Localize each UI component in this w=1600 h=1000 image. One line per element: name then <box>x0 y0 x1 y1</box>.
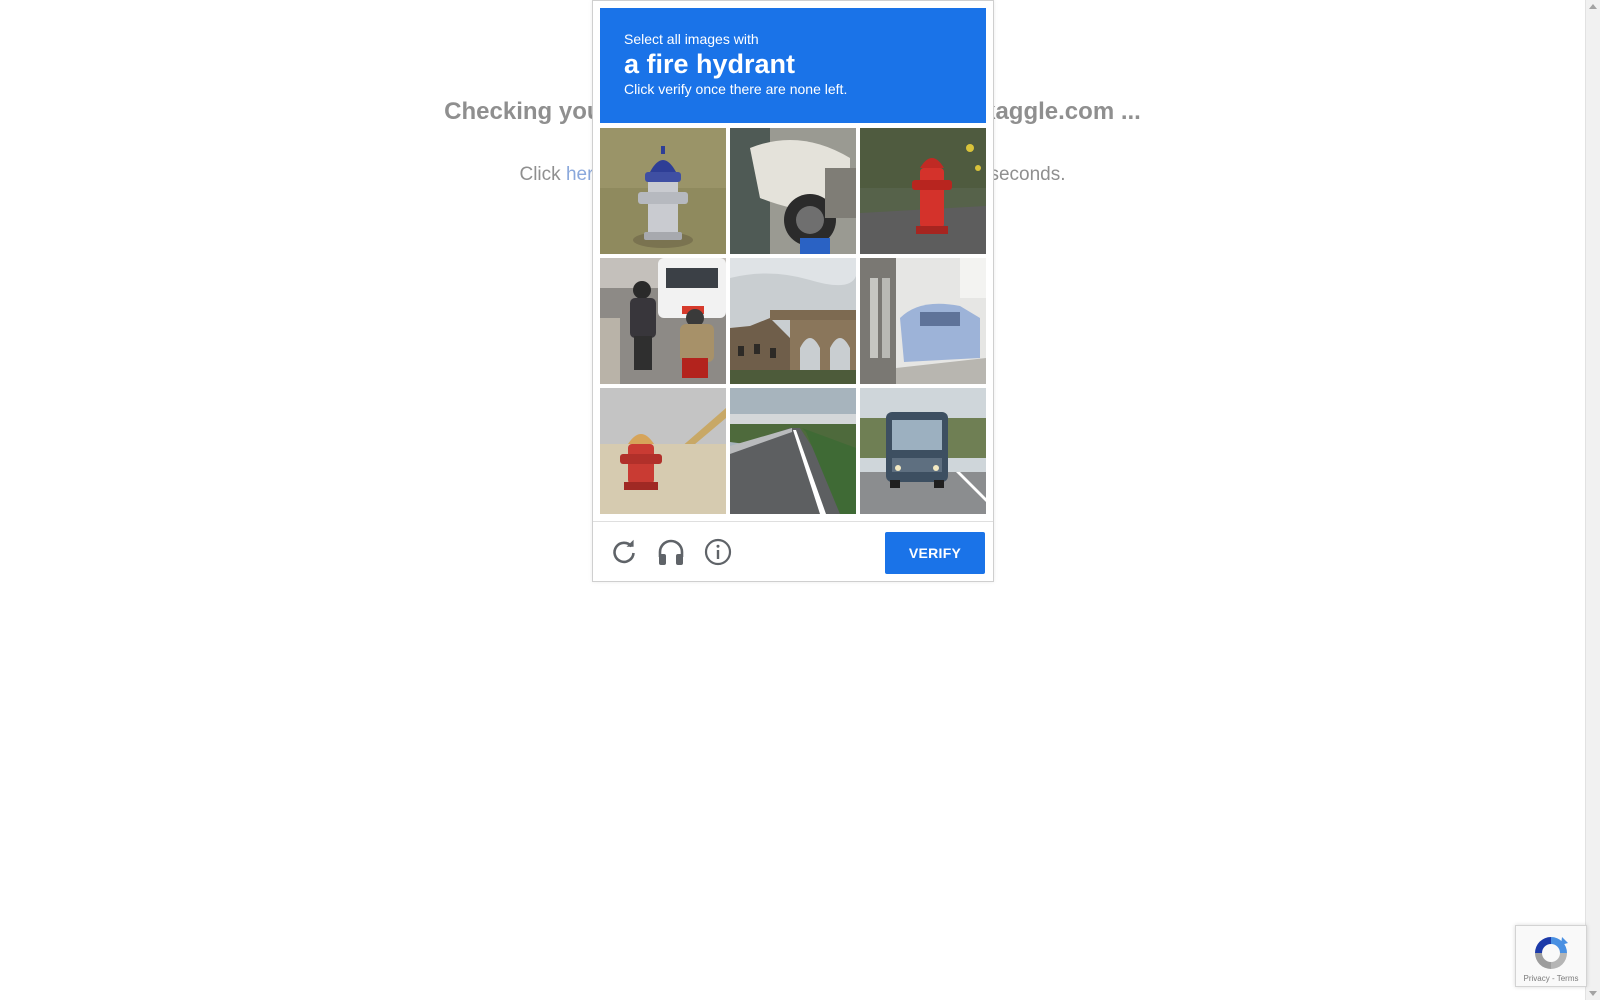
stone-bridge-image <box>730 258 856 384</box>
recaptcha-badge[interactable]: Privacy - Terms <box>1515 925 1587 987</box>
fire-hydrant-image <box>600 388 726 514</box>
redirect-text-before: Click <box>519 164 566 185</box>
privacy-terms-link[interactable]: Privacy - Terms <box>1516 974 1586 983</box>
parked-car-image <box>860 258 986 384</box>
challenge-header: Select all images with a fire hydrant Cl… <box>600 8 986 123</box>
bus-image <box>860 388 986 514</box>
image-tile-5[interactable] <box>730 258 856 384</box>
challenge-footer: VERIFY <box>593 521 993 582</box>
image-tile-7[interactable] <box>600 388 726 514</box>
image-tile-1[interactable] <box>600 128 726 254</box>
image-tile-9[interactable] <box>860 388 986 514</box>
target-object-label: a fire hydrant <box>624 49 796 79</box>
image-tile-6[interactable] <box>860 258 986 384</box>
image-grid <box>600 128 986 514</box>
image-tile-2[interactable] <box>730 128 856 254</box>
motorcycle-traffic-image <box>600 258 726 384</box>
page: Checking your browser before accessing w… <box>0 0 1600 1000</box>
recaptcha-logo-icon <box>1535 937 1568 969</box>
scooter-image <box>730 128 856 254</box>
image-tile-4[interactable] <box>600 258 726 384</box>
instruction-text: Select all images with <box>624 31 759 47</box>
fire-hydrant-image <box>860 128 986 254</box>
reload-icon[interactable] <box>609 537 639 567</box>
image-tile-3[interactable] <box>860 128 986 254</box>
image-tile-8[interactable] <box>730 388 856 514</box>
verify-instruction: Click verify once there are none left. <box>624 81 848 97</box>
scroll-up-arrow-icon[interactable] <box>1589 4 1597 9</box>
verify-button[interactable]: VERIFY <box>885 532 985 574</box>
info-icon[interactable] <box>703 537 733 567</box>
scroll-down-arrow-icon[interactable] <box>1589 991 1597 996</box>
recaptcha-challenge-dialog: Select all images with a fire hydrant Cl… <box>592 0 994 582</box>
vertical-scrollbar[interactable] <box>1585 0 1600 1000</box>
fire-hydrant-image <box>600 128 726 254</box>
highway-road-image <box>730 388 856 514</box>
audio-headphones-icon[interactable] <box>656 537 686 567</box>
